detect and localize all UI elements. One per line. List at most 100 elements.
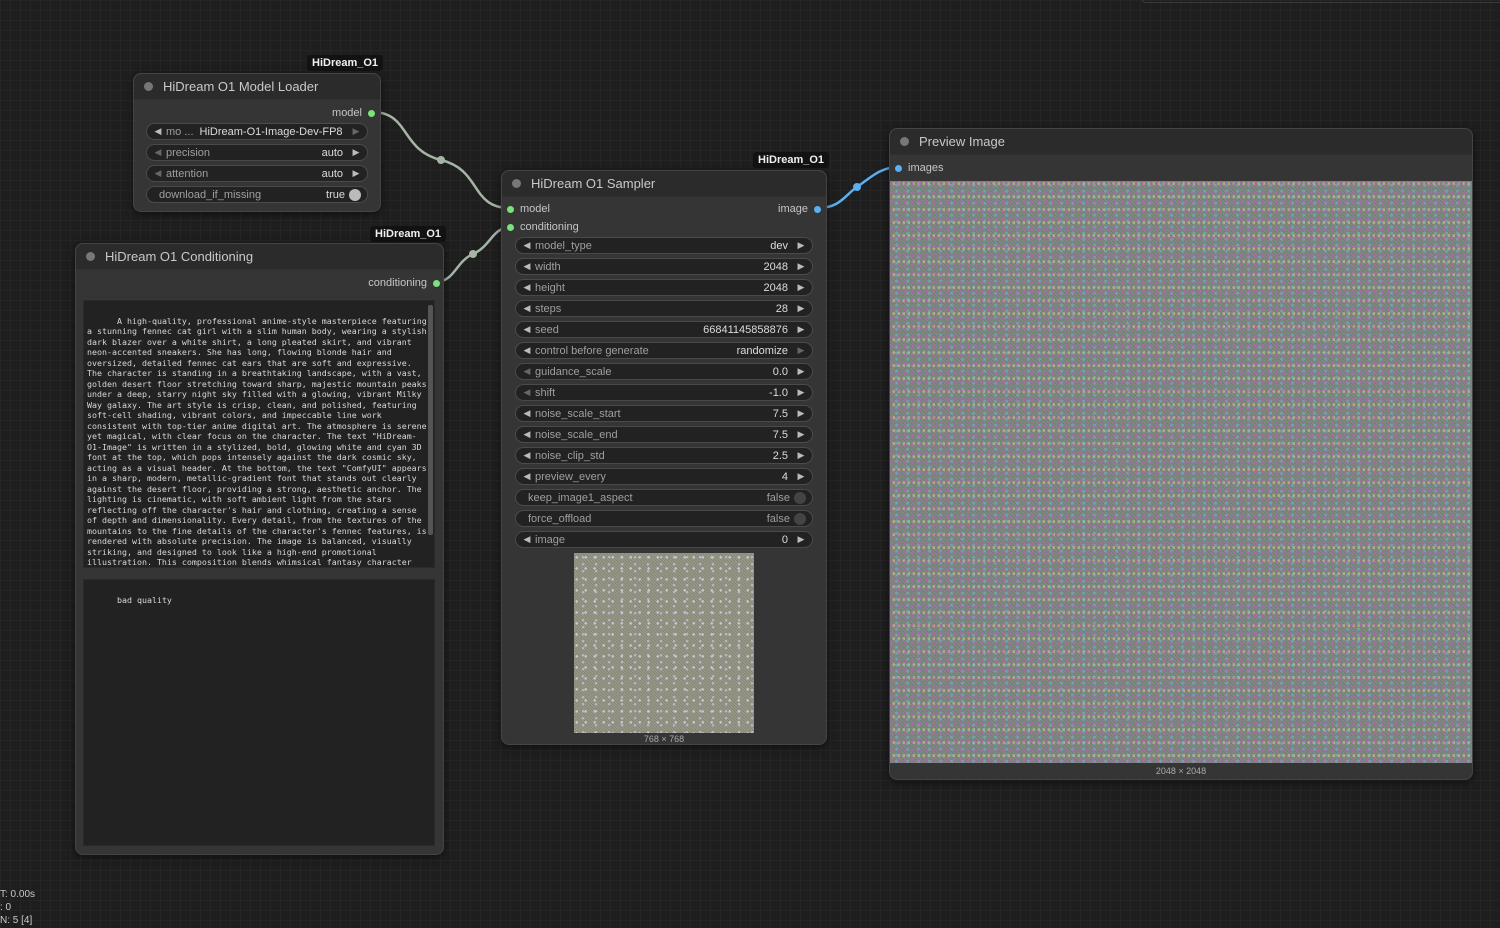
arrow-left-icon[interactable]: ◀ [522,534,532,545]
widget-value: true [326,188,345,201]
conditioning-title: HiDream O1 Conditioning [105,249,254,264]
sampler-title-bar[interactable]: HiDream O1 Sampler [502,171,826,197]
widget-preview-every[interactable]: ◀ preview_every 4 ▶ [515,468,813,485]
link-model [371,110,511,210]
sampler-node[interactable]: HiDream O1 Sampler model image condition… [501,170,827,745]
slot-dot-icon[interactable] [507,223,514,231]
collapse-dot-icon[interactable] [144,82,153,91]
arrow-right-icon[interactable]: ▶ [796,471,806,482]
widget-label: seed [535,323,559,336]
widget-label: download_if_missing [159,188,262,201]
input-slot-images[interactable]: images [895,160,943,176]
widget-width[interactable]: ◀ width 2048 ▶ [515,258,813,275]
model-loader-node[interactable]: HiDream O1 Model Loader model ◀ mo ... H… [133,73,381,212]
sampler-preview-caption: 768 × 768 [643,734,685,744]
arrow-left-icon[interactable]: ◀ [522,240,532,251]
slot-dot-icon[interactable] [814,205,821,213]
toggle-off-icon[interactable] [794,512,806,525]
link-conditioning [434,225,511,284]
arrow-left-icon[interactable]: ◀ [522,303,532,314]
link-conditioning-midpoint [469,250,477,258]
widget-model-name[interactable]: ◀ mo ... HiDream-O1-Image-Dev-FP8 ▶ [146,123,368,140]
preview-image-node[interactable]: Preview Image images 2048 × 2048 [889,128,1473,780]
arrow-right-icon[interactable]: ▶ [351,168,361,179]
arrow-right-icon[interactable]: ▶ [796,303,806,314]
input-slot-model[interactable]: model [507,201,550,217]
widget-image[interactable]: ◀ image 0 ▶ [515,531,813,548]
collapse-dot-icon[interactable] [900,137,909,146]
node-badge-conditioning: HiDream_O1 [370,226,447,242]
widget-noise-scale-end[interactable]: ◀ noise_scale_end 7.5 ▶ [515,426,813,443]
arrow-right-icon[interactable]: ▶ [351,147,361,158]
widget-force-offload[interactable]: force_offload false [515,510,813,527]
node-graph-canvas[interactable]: HiDream_O1 HiDream O1 Model Loader model… [0,0,1500,928]
arrow-left-icon[interactable]: ◀ [522,387,532,398]
negative-prompt-text: bad quality [116,594,172,605]
widget-guidance-scale[interactable]: ◀ guidance_scale 0.0 ▶ [515,363,813,380]
widget-seed[interactable]: ◀ seed 66841145858876 ▶ [515,321,813,338]
collapse-dot-icon[interactable] [86,252,95,261]
model-loader-title-bar[interactable]: HiDream O1 Model Loader [134,74,380,100]
scrollbar-thumb[interactable] [428,305,433,535]
widget-height[interactable]: ◀ height 2048 ▶ [515,279,813,296]
widget-control-before-generate[interactable]: ◀ control before generate randomize ▶ [515,342,813,359]
arrow-left-icon[interactable]: ◀ [522,261,532,272]
widget-label: preview_every [535,470,606,483]
widget-steps[interactable]: ◀ steps 28 ▶ [515,300,813,317]
output-slot-image[interactable]: image [778,201,821,217]
arrow-left-icon[interactable]: ◀ [522,429,532,440]
arrow-left-icon[interactable]: ◀ [522,282,532,293]
slot-dot-icon[interactable] [895,164,902,172]
conditioning-title-bar[interactable]: HiDream O1 Conditioning [76,244,443,270]
widget-label: height [535,281,565,294]
arrow-right-icon[interactable]: ▶ [796,408,806,419]
arrow-right-icon[interactable]: ▶ [796,534,806,545]
slot-dot-icon[interactable] [507,205,514,213]
preview-title-bar[interactable]: Preview Image [890,129,1472,155]
positive-prompt-textarea[interactable]: A high-quality, professional anime-style… [83,300,435,568]
positive-prompt-text: A high-quality, professional anime-style… [87,315,427,568]
widget-shift[interactable]: ◀ shift -1.0 ▶ [515,384,813,401]
widget-noise-clip-std[interactable]: ◀ noise_clip_std 2.5 ▶ [515,447,813,464]
arrow-right-icon[interactable]: ▶ [351,126,361,137]
widget-model-type[interactable]: ◀ model_type dev ▶ [515,237,813,254]
arrow-right-icon[interactable]: ▶ [796,282,806,293]
input-slot-conditioning[interactable]: conditioning [507,219,579,235]
link-image-midpoint [853,183,861,191]
widget-download-if-missing[interactable]: download_if_missing true [146,186,368,203]
arrow-left-icon[interactable]: ◀ [153,126,163,137]
arrow-right-icon[interactable]: ▶ [796,450,806,461]
arrow-right-icon[interactable]: ▶ [796,366,806,377]
arrow-right-icon[interactable]: ▶ [796,240,806,251]
widget-attention[interactable]: ◀ attention auto ▶ [146,165,368,182]
collapse-dot-icon[interactable] [512,179,521,188]
arrow-left-icon[interactable]: ◀ [522,366,532,377]
arrow-right-icon[interactable]: ▶ [796,387,806,398]
arrow-left-icon[interactable]: ◀ [522,345,532,356]
widget-label: image [535,533,565,546]
output-slot-conditioning[interactable]: conditioning [368,275,440,291]
toggle-off-icon[interactable] [794,491,806,504]
arrow-left-icon[interactable]: ◀ [522,450,532,461]
arrow-right-icon[interactable]: ▶ [796,345,806,356]
slot-dot-icon[interactable] [368,109,375,117]
widget-noise-scale-start[interactable]: ◀ noise_scale_start 7.5 ▶ [515,405,813,422]
widget-label: noise_scale_end [535,428,618,441]
widget-precision[interactable]: ◀ precision auto ▶ [146,144,368,161]
output-slot-model[interactable]: model [332,105,375,121]
arrow-left-icon[interactable]: ◀ [522,324,532,335]
arrow-right-icon[interactable]: ▶ [796,261,806,272]
arrow-left-icon[interactable]: ◀ [153,168,163,179]
arrow-right-icon[interactable]: ▶ [796,324,806,335]
conditioning-node[interactable]: HiDream O1 Conditioning conditioning A h… [75,243,444,855]
arrow-right-icon[interactable]: ▶ [796,429,806,440]
arrow-left-icon[interactable]: ◀ [522,408,532,419]
input-slot-images-label: images [908,162,944,174]
widget-label: guidance_scale [535,365,612,378]
slot-dot-icon[interactable] [433,279,440,287]
widget-keep-image1-aspect[interactable]: keep_image1_aspect false [515,489,813,506]
toggle-on-icon[interactable] [349,188,361,201]
negative-prompt-textarea[interactable]: bad quality [83,579,435,846]
arrow-left-icon[interactable]: ◀ [522,471,532,482]
arrow-left-icon[interactable]: ◀ [153,147,163,158]
